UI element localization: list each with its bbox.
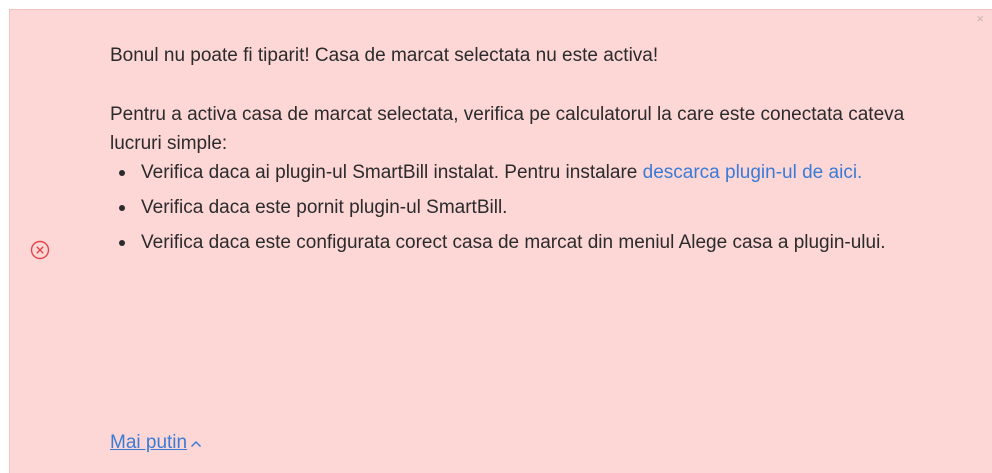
download-plugin-link[interactable]: descarca plugin-ul de aici. <box>643 162 863 183</box>
list-item: Verifica daca ai plugin-ul SmartBill ins… <box>110 158 930 187</box>
close-icon[interactable]: × <box>976 12 984 25</box>
list-item-text: Verifica daca este pornit plugin-ul Smar… <box>141 197 508 218</box>
show-less-label: Mai putin <box>110 432 188 454</box>
list-item: Verifica daca este configurata corect ca… <box>110 228 930 257</box>
list-item-text: Verifica daca ai plugin-ul SmartBill ins… <box>141 162 643 183</box>
list-item: Verifica daca este pornit plugin-ul Smar… <box>110 193 930 222</box>
error-circle-x-icon <box>30 240 50 260</box>
alert-title: Bonul nu poate fi tiparit! Casa de marca… <box>110 45 659 66</box>
error-alert: × Bonul nu poate fi tiparit! Casa de mar… <box>9 9 992 473</box>
alert-content: Bonul nu poate fi tiparit! Casa de marca… <box>110 41 930 263</box>
show-less-toggle[interactable]: Mai putin <box>110 431 202 455</box>
chevron-up-icon <box>190 431 202 455</box>
list-item-text: Verifica daca este configurata corect ca… <box>141 232 886 253</box>
alert-intro: Pentru a activa casa de marcat selectata… <box>110 104 905 154</box>
checklist: Verifica daca ai plugin-ul SmartBill ins… <box>110 158 930 257</box>
